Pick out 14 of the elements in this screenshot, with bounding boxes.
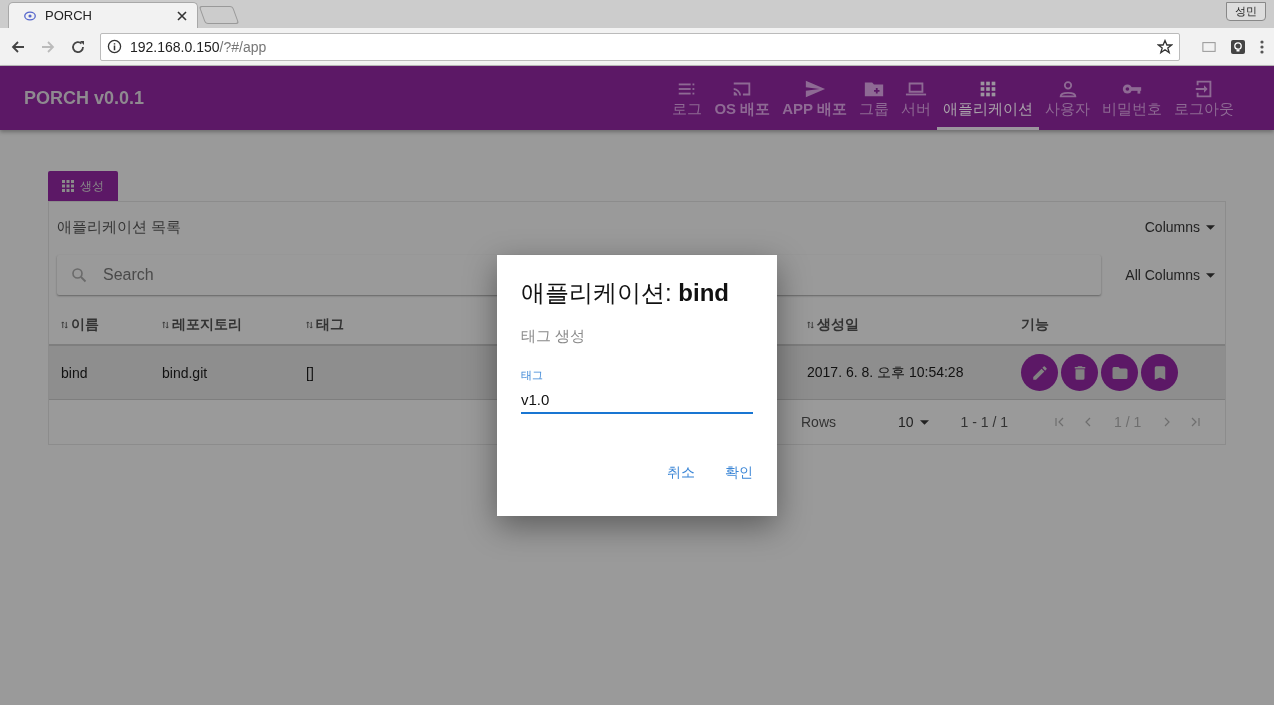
dialog-title: 애플리케이션: bind — [521, 278, 730, 308]
table-cell: bind — [61, 364, 88, 381]
table-cell: bind.git — [162, 364, 208, 381]
rows-label: Rows — [801, 414, 836, 430]
table-cell: 2017. 6. 8. 오후 10:54:28 — [807, 363, 964, 380]
tab-title: PORCH — [45, 8, 93, 23]
table-cell: [] — [306, 364, 314, 381]
app-title: PORCH v0.0.1 — [24, 87, 146, 109]
card-title: 애플리케이션 목록 — [57, 217, 182, 237]
range-text: 1 - 1 / 1 — [960, 414, 1009, 430]
url-text: 192.168.0.150/?#/app — [130, 38, 268, 55]
dialog-subtitle: 태그 생성 — [521, 327, 587, 346]
column-header: 기능 — [1021, 316, 1049, 334]
field-label: 태그 — [521, 368, 544, 383]
